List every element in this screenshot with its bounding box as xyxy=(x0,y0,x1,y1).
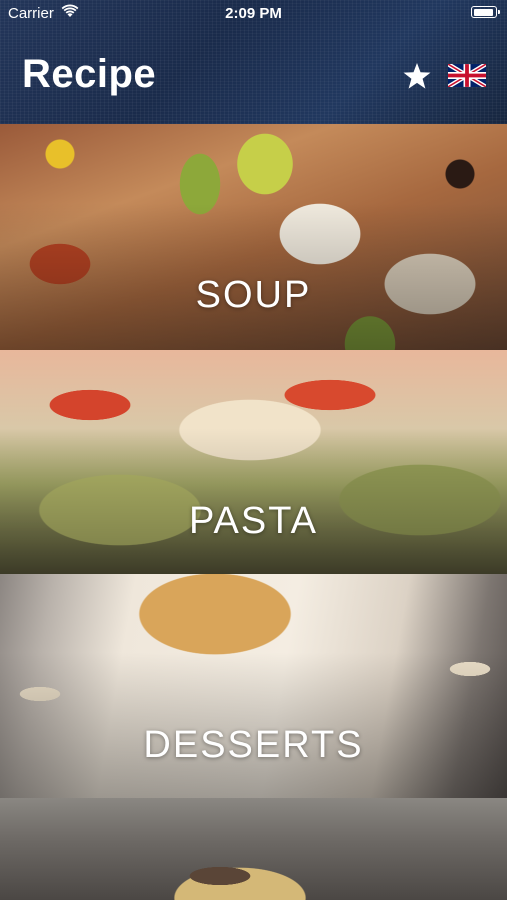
uk-flag-icon[interactable] xyxy=(448,64,486,87)
page-title: Recipe xyxy=(22,52,157,96)
category-label-soup: SOUP xyxy=(195,274,312,316)
clock: 2:09 PM xyxy=(225,5,282,22)
battery-icon xyxy=(471,6,500,18)
app-header: Carrier 2:09 PM Recipe xyxy=(0,0,507,124)
category-card-next[interactable] xyxy=(0,798,507,900)
status-bar: Carrier 2:09 PM xyxy=(0,0,507,28)
category-card-pasta[interactable]: PASTA xyxy=(0,350,507,574)
star-icon[interactable] xyxy=(402,62,432,90)
category-card-soup[interactable]: SOUP xyxy=(0,124,507,350)
category-label-pasta: PASTA xyxy=(189,500,318,542)
category-label-desserts: DESSERTS xyxy=(143,724,364,766)
category-card-desserts[interactable]: DESSERTS xyxy=(0,574,507,798)
